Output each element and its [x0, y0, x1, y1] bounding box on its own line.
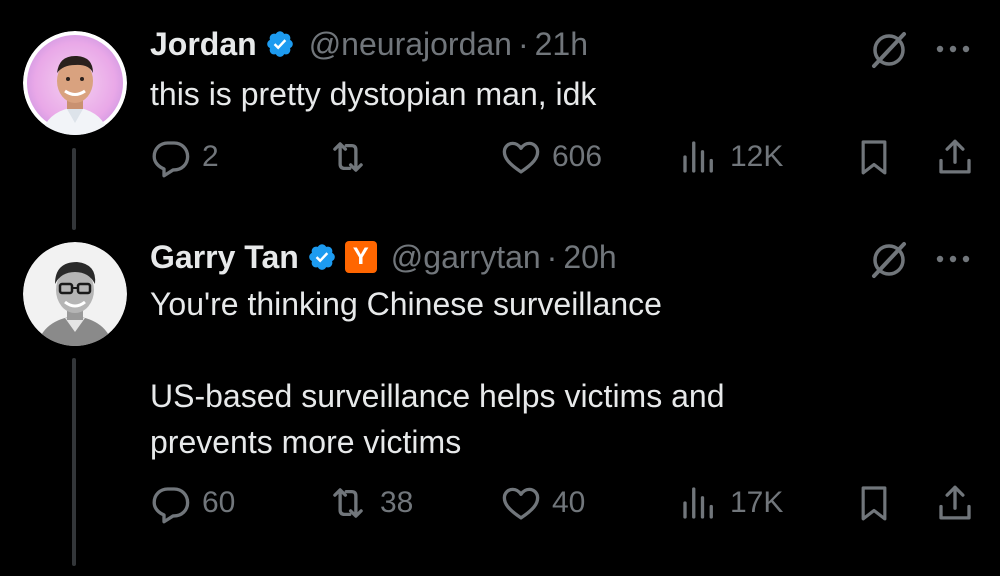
reply-count: 60 [202, 486, 236, 519]
repost-button[interactable] [326, 136, 380, 178]
timestamp[interactable]: 21h [535, 26, 588, 63]
avatar-photo-jordan [23, 31, 127, 135]
tweet-garry-tan[interactable]: Garry Tan Y @garrytan · 20h You're think… [0, 230, 1000, 576]
share-button[interactable] [934, 482, 976, 524]
avatar[interactable] [23, 31, 127, 135]
grok-icon[interactable] [868, 239, 910, 286]
timestamp[interactable]: 20h [563, 239, 616, 276]
heart-icon [502, 487, 540, 520]
more-options-icon[interactable] [934, 34, 972, 69]
like-count: 606 [552, 140, 603, 173]
repost-count: 38 [380, 486, 414, 519]
tweet-text-blank-line [150, 327, 910, 373]
more-options-icon[interactable] [934, 244, 972, 279]
tweet-text-line: US-based surveillance helps victims and [150, 378, 725, 414]
views-chart-icon [683, 141, 713, 173]
reply-button[interactable]: 2 [150, 136, 219, 178]
author-name[interactable]: Jordan [150, 26, 257, 63]
bookmark-button[interactable] [854, 136, 894, 178]
author-handle[interactable]: @garrytan [391, 239, 541, 276]
avatar-photo-garry [23, 242, 127, 346]
tweet-text-line: You're thinking Chinese surveillance [150, 286, 662, 322]
repost-icon [333, 488, 363, 518]
thread-line [72, 358, 76, 566]
tweet-text-line: prevents more victims [150, 424, 462, 460]
like-button[interactable]: 40 [500, 482, 585, 524]
views-chart-icon [683, 487, 713, 519]
tweet-text: this is pretty dystopian man, idk [150, 71, 910, 117]
thread-line [72, 148, 76, 230]
separator-dot: · [546, 238, 558, 275]
tweet-header: Garry Tan Y @garrytan · 20h [150, 237, 617, 277]
separator-dot: · [517, 25, 529, 62]
repost-button[interactable]: 38 [326, 482, 413, 524]
author-handle[interactable]: @neurajordan [309, 26, 512, 63]
tweet-jordan[interactable]: Jordan @neurajordan · 21h this is pretty… [0, 0, 1000, 230]
views-count: 12K [730, 140, 784, 173]
tweet-header: Jordan @neurajordan · 21h [150, 24, 588, 64]
views-button[interactable]: 12K [678, 136, 783, 178]
like-button[interactable]: 606 [500, 136, 602, 178]
bookmark-icon [861, 486, 887, 521]
heart-icon [502, 141, 540, 174]
like-count: 40 [552, 486, 586, 519]
share-button[interactable] [934, 136, 976, 178]
tweet-text-line: this is pretty dystopian man, idk [150, 76, 597, 112]
bookmark-icon [861, 140, 887, 175]
views-count: 17K [730, 486, 784, 519]
author-name[interactable]: Garry Tan [150, 239, 299, 276]
grok-icon[interactable] [868, 29, 910, 76]
verified-badge-icon[interactable] [307, 242, 337, 272]
reply-icon [152, 141, 190, 178]
bookmark-button[interactable] [854, 482, 894, 524]
y-combinator-badge[interactable]: Y [344, 241, 377, 273]
tweet-text: You're thinking Chinese surveillance US-… [150, 281, 910, 465]
verified-badge-icon[interactable] [265, 29, 295, 59]
repost-icon [333, 142, 363, 172]
reply-icon [152, 487, 190, 524]
share-icon [939, 139, 971, 174]
avatar[interactable] [23, 242, 127, 346]
reply-count: 2 [202, 140, 219, 173]
share-icon [939, 485, 971, 520]
views-button[interactable]: 17K [678, 482, 783, 524]
reply-button[interactable]: 60 [150, 482, 235, 524]
